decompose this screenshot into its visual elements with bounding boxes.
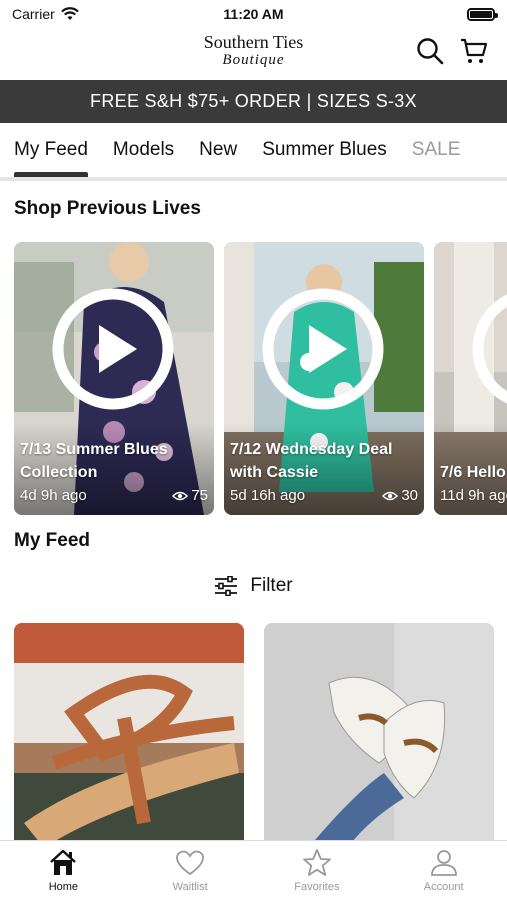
eye-icon [382,491,399,500]
heart-icon [176,850,205,876]
product-card[interactable] [264,623,494,853]
tab-summer-blues[interactable]: Summer Blues [262,123,387,177]
live-card[interactable]: 7/12 Wednesday Deal with Cassie 5d 16h a… [224,242,424,515]
filter-button[interactable]: Filter [0,575,507,597]
play-icon[interactable] [261,287,385,411]
status-left: Carrier [12,6,79,22]
person-icon [430,850,457,876]
live-title: 7/12 Wednesday Deal with Cassie [230,441,393,481]
search-icon[interactable] [415,36,445,66]
nav-waitlist-label: Waitlist [172,881,208,893]
live-meta: 4d 9h ago 75 [20,484,208,507]
live-views: 30 [382,484,418,507]
tab-models[interactable]: Models [113,123,174,177]
home-icon [50,849,77,875]
product-card[interactable] [14,623,244,853]
tab-new[interactable]: New [199,123,237,177]
app-header: Southern Ties Boutique [0,28,507,78]
header-actions [415,36,489,66]
live-time-ago: 5d 16h ago [230,487,306,504]
bottom-tab-bar: Home Waitlist Favorites Account [0,840,507,900]
carrier-label: Carrier [12,6,55,22]
product-image-sneaker [264,623,494,853]
live-card[interactable]: 7/13 Summer Blues Collection 4d 9h ago 7… [14,242,214,515]
live-caption: 7/12 Wednesday Deal with Cassie 5d 16h a… [230,438,418,507]
tab-sale[interactable]: SALE [412,123,461,177]
status-bar: Carrier 11:20 AM [0,0,507,28]
nav-account[interactable]: Account [380,841,507,900]
nav-waitlist[interactable]: Waitlist [127,841,254,900]
play-icon[interactable] [51,287,175,411]
nav-home-label: Home [48,881,79,893]
live-meta: 11d 9h ago [440,484,507,507]
live-views: 75 [172,484,208,507]
live-caption: 7/6 Hello Collection 11d 9h ago [440,461,507,507]
nav-favorites-label: Favorites [294,881,340,893]
live-meta: 5d 16h ago 30 [230,484,418,507]
battery-icon [467,7,498,21]
star-icon [302,849,331,876]
filter-sliders-icon [215,576,238,596]
lives-carousel[interactable]: 7/13 Summer Blues Collection 4d 9h ago 7… [14,242,507,515]
nav-account-label: Account [423,881,464,893]
live-card[interactable]: 7/6 Hello Collection 11d 9h ago [434,242,507,515]
live-view-count: 30 [401,487,418,504]
cart-icon[interactable] [459,36,489,66]
eye-icon [172,491,189,500]
product-image-sandal [14,623,244,853]
section-title-feed: My Feed [14,530,91,551]
tab-my-feed[interactable]: My Feed [14,123,88,177]
live-view-count: 75 [191,487,208,504]
nav-favorites[interactable]: Favorites [254,841,381,900]
nav-home[interactable]: Home [0,841,127,900]
live-title: 7/13 Summer Blues Collection [20,441,168,481]
live-title: 7/6 Hello Collection [440,464,507,481]
section-title-lives: Shop Previous Lives [14,198,201,219]
promo-banner[interactable]: FREE S&H $75+ ORDER | SIZES S-3X [0,80,507,123]
live-caption: 7/13 Summer Blues Collection 4d 9h ago 7… [20,438,208,507]
category-tabs: My Feed Models New Summer Blues SALE [0,123,507,181]
wifi-icon [61,7,79,20]
play-icon[interactable] [471,287,507,411]
promo-text: FREE S&H $75+ ORDER | SIZES S-3X [90,91,417,111]
filter-label: Filter [250,575,293,596]
live-time-ago: 11d 9h ago [440,487,507,504]
live-time-ago: 4d 9h ago [20,487,87,504]
